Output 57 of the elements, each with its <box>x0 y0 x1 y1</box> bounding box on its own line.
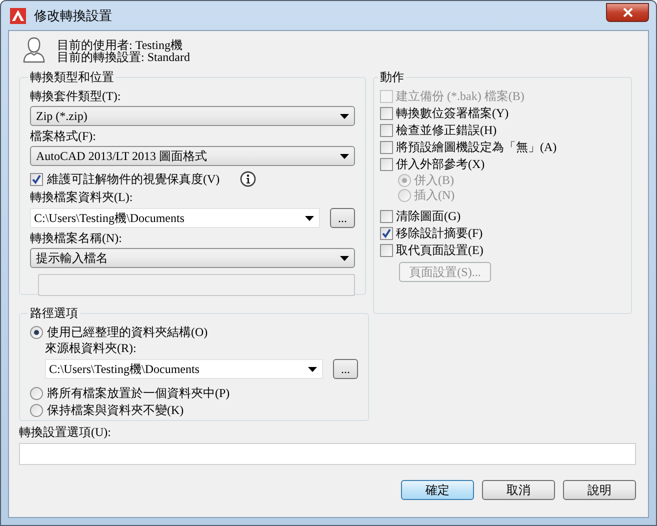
checkbox[interactable] <box>380 107 393 120</box>
field-label: 轉換設置選項(U): <box>19 425 112 439</box>
checkbox[interactable] <box>380 124 393 137</box>
input-field[interactable] <box>19 443 636 465</box>
group-title: 轉換類型和位置 <box>29 69 115 86</box>
radio-button[interactable] <box>30 326 43 339</box>
dropdown[interactable]: AutoCAD 2013/LT 2013 圖面格式 <box>30 146 355 166</box>
field-label: 轉換套件類型(T): <box>30 89 122 103</box>
checkbox[interactable] <box>380 227 393 240</box>
checkbox-label[interactable]: 清除圖面(G) <box>396 208 461 225</box>
path-text: C:\Users\Testing機\Documents <box>34 210 184 226</box>
checkbox[interactable] <box>380 141 393 154</box>
radio-button[interactable] <box>30 387 43 400</box>
dropdown[interactable]: Zip (*.zip) <box>30 106 355 126</box>
radio-label[interactable]: 使用已經整理的資料夾結構(O) <box>47 324 208 341</box>
checkbox-label[interactable]: 將預設繪圖機設定為「無」(A) <box>396 139 557 156</box>
close-button[interactable] <box>606 3 649 22</box>
dialog-button[interactable]: 確定 <box>401 480 474 500</box>
user-icon <box>23 37 45 63</box>
checkbox[interactable] <box>380 244 393 257</box>
browse-button[interactable]: ... <box>330 208 355 228</box>
checkbox-label[interactable]: 取代頁面設置(E) <box>396 242 484 259</box>
checkbox-label[interactable]: 檢查並修正錯誤(H) <box>396 122 497 139</box>
checkbox-label[interactable]: 併入外部參考(X) <box>396 156 485 173</box>
window-title: 修改轉換設置 <box>34 8 112 24</box>
path-text: C:\Users\Testing機\Documents <box>49 360 200 378</box>
caret-icon[interactable] <box>340 256 349 260</box>
checkbox[interactable] <box>30 172 43 186</box>
browse-button[interactable]: ... <box>333 359 358 379</box>
group-title: 路徑選項 <box>29 305 79 322</box>
field-label: 來源根資料夾(R): <box>45 341 138 355</box>
close-icon[interactable] <box>622 8 632 17</box>
field-label: 檔案格式(F): <box>30 129 97 143</box>
radio-label[interactable]: 保持檔案與資料夾不變(K) <box>47 402 184 419</box>
field-label: 轉換檔案資料夾(L): <box>30 190 134 204</box>
group-title: 動作 <box>379 69 405 86</box>
checkbox[interactable] <box>380 210 393 223</box>
folder-combo-field[interactable]: C:\Users\Testing機\Documents <box>30 208 320 228</box>
field-label: 轉換檔案名稱(N): <box>30 231 123 245</box>
caret-icon[interactable] <box>340 154 349 158</box>
user-info-text: 目前的轉換設置: Standard <box>57 51 190 63</box>
dialog-button[interactable]: 說明 <box>563 480 636 500</box>
radio-label[interactable]: 將所有檔案放置於一個資料夾中(P) <box>47 385 230 402</box>
radio-button[interactable] <box>30 404 43 417</box>
info-icon[interactable] <box>240 171 256 187</box>
checkbox-label[interactable]: 移除設計摘要(F) <box>396 225 483 242</box>
checkbox-label[interactable]: 維護可註解物件的視覺保真度(V) <box>47 170 220 188</box>
dialog-button[interactable]: 取消 <box>482 480 555 500</box>
folder-combo-field[interactable]: C:\Users\Testing機\Documents <box>45 359 323 379</box>
checkbox[interactable] <box>380 158 393 171</box>
dropdown[interactable]: 提示輸入檔名 <box>30 248 355 268</box>
user-info-text: 目前的使用者: Testing機 <box>57 39 184 51</box>
checkbox-label[interactable]: 轉換數位簽署檔案(Y) <box>396 105 509 122</box>
caret-icon[interactable] <box>340 114 349 118</box>
caret-icon[interactable] <box>305 216 314 220</box>
app-icon <box>10 8 26 24</box>
caret-icon[interactable] <box>308 366 317 372</box>
